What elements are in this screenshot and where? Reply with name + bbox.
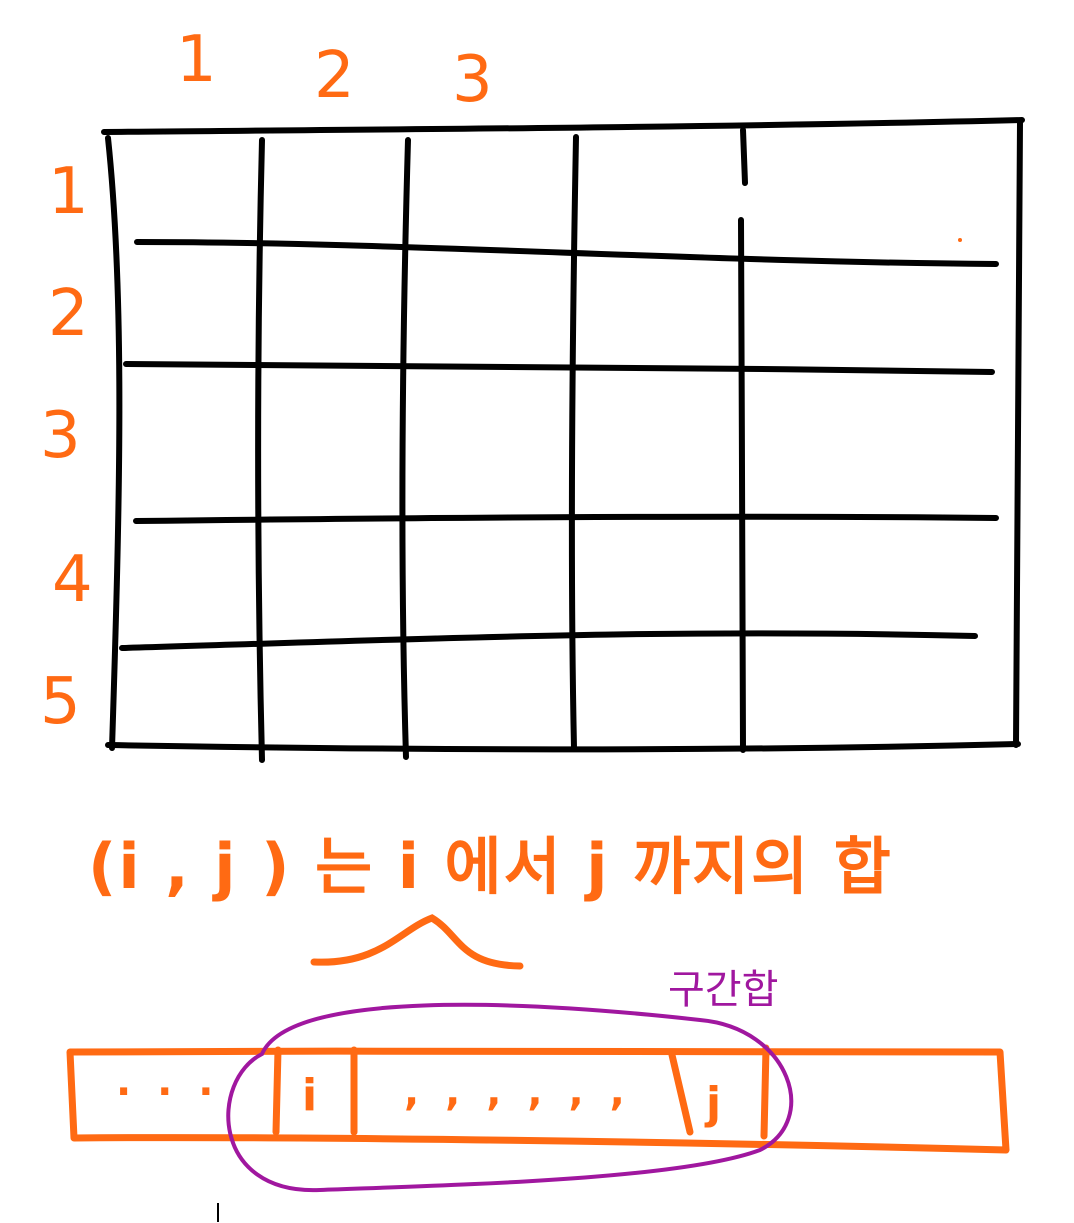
column-label-1: 1	[176, 23, 217, 97]
array-cell-i: i	[302, 1070, 318, 1121]
grid-top-border	[101, 117, 1025, 135]
column-label-2: 2	[314, 39, 355, 113]
grid-col-line-1	[255, 137, 265, 763]
grid-left-border	[105, 135, 123, 751]
array-divider-1	[272, 1046, 282, 1136]
caption-text: (i , j ) 는 i 에서 j 까지의 합	[88, 830, 893, 903]
grid-row-line-3	[133, 513, 999, 524]
array-cell-j: j	[706, 1078, 722, 1129]
row-label-3: 3	[40, 399, 81, 473]
caption-brace	[310, 914, 524, 970]
grid-row-line-4	[119, 630, 978, 651]
grid-bottom-border	[105, 741, 1021, 753]
row-label-5: 5	[40, 665, 81, 739]
array-leading-dots: . . .	[116, 1059, 220, 1105]
grid-col-line-2	[399, 137, 411, 760]
grid-diagram	[66, 117, 1025, 1222]
grid-col-line-3	[568, 134, 579, 751]
array-divider-4	[760, 1044, 770, 1140]
grid-col-line-4b	[738, 217, 746, 753]
row-label-1: 1	[48, 155, 89, 229]
stray-dot	[958, 238, 962, 242]
grid-row-line-1	[134, 239, 999, 267]
array-middle-dots: , , , , , ,	[404, 1069, 631, 1115]
grid-col-line-4a	[740, 127, 748, 186]
grid-right-border	[1013, 119, 1023, 748]
array-divider-3	[668, 1051, 694, 1136]
column-label-3: 3	[452, 43, 493, 117]
row-label-4: 4	[52, 543, 93, 617]
row-label-2: 2	[48, 277, 89, 351]
range-label: 구간합	[668, 967, 779, 1013]
